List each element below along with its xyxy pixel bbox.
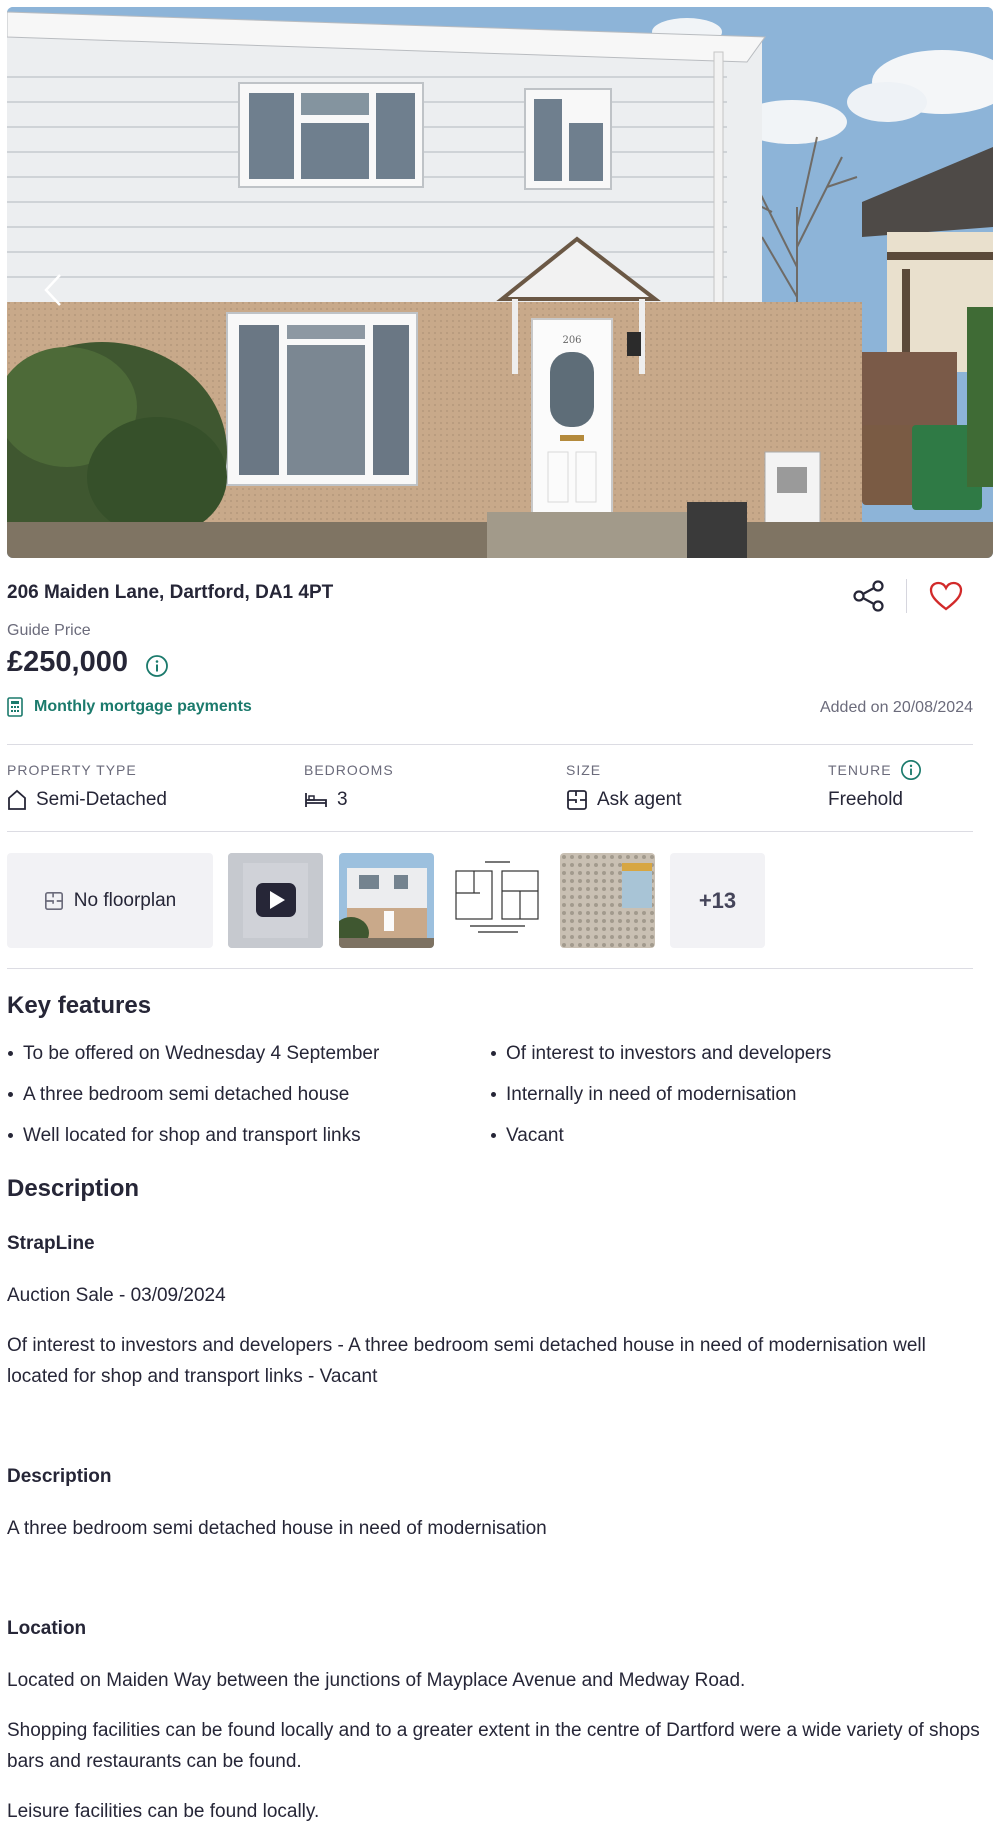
calculator-icon: [7, 697, 23, 717]
divider: [7, 968, 973, 969]
fact-label: BEDROOMS: [304, 762, 394, 778]
fact-label: TENURE: [828, 762, 892, 778]
fact-size: SIZE Ask agent: [566, 760, 682, 812]
share-icon: [853, 580, 884, 612]
location-text-1: Located on Maiden Way between the juncti…: [7, 1670, 746, 1691]
photo-thumbnail[interactable]: [339, 853, 434, 948]
key-feature-item: Vacant: [490, 1122, 973, 1149]
actions-divider: [906, 579, 907, 613]
bed-icon: [305, 793, 327, 807]
bullet-icon: [491, 1092, 496, 1097]
divider: [7, 744, 973, 745]
description-heading: Description: [7, 1175, 140, 1202]
monthly-mortgage-label: Monthly mortgage payments: [34, 698, 252, 715]
key-features-heading: Key features: [7, 992, 152, 1019]
bullet-icon: [8, 1092, 13, 1097]
key-features-list: To be offered on Wednesday 4 September O…: [7, 1040, 973, 1149]
location-text-3: Leisure facilities can be found locally.: [7, 1801, 320, 1822]
fact-label: PROPERTY TYPE: [7, 762, 137, 778]
description-subtitle: Description: [7, 1466, 112, 1487]
bullet-icon: [491, 1133, 496, 1138]
location-title: Location: [7, 1618, 87, 1639]
price-qualifier: Guide Price: [7, 622, 91, 639]
floorplan-thumbnail[interactable]: [450, 853, 545, 948]
fact-value: Freehold: [828, 789, 903, 810]
property-photo[interactable]: 206: [7, 7, 993, 558]
property-address: 206 Maiden Lane, Dartford, DA1 4PT: [7, 582, 334, 603]
price-info-button[interactable]: [145, 654, 169, 678]
divider: [7, 831, 973, 832]
house-outline-icon: [8, 789, 26, 810]
key-feature-item: To be offered on Wednesday 4 September: [7, 1040, 490, 1067]
monthly-mortgage-link[interactable]: Monthly mortgage payments: [7, 697, 252, 717]
fact-value: Semi-Detached: [36, 789, 167, 810]
auction-date: Auction Sale - 03/09/2024: [7, 1285, 226, 1306]
price: £250,000: [7, 646, 128, 678]
fact-value: 3: [337, 789, 348, 810]
previous-photo-button[interactable]: [35, 265, 71, 315]
fact-label: SIZE: [566, 762, 602, 778]
video-thumbnail[interactable]: [228, 853, 323, 948]
more-photos-tile[interactable]: +13: [670, 853, 765, 948]
no-floorplan-label: No floorplan: [73, 889, 177, 911]
bullet-icon: [491, 1051, 496, 1056]
floorplan-icon: [44, 891, 63, 910]
bullet-icon: [8, 1133, 13, 1138]
interior-photo-thumbnail[interactable]: [560, 853, 655, 948]
key-feature-item: Well located for shop and transport link…: [7, 1122, 490, 1149]
listing-actions: [845, 575, 975, 617]
chevron-left-icon: [44, 274, 61, 306]
floorplan-size-icon: [567, 790, 587, 810]
fact-property-type: PROPERTY TYPE Semi-Detached: [7, 760, 167, 812]
description-text: A three bedroom semi detached house in n…: [7, 1518, 547, 1539]
key-feature-item: Of interest to investors and developers: [490, 1040, 973, 1067]
key-feature-item: Internally in need of modernisation: [490, 1081, 973, 1108]
bullet-icon: [8, 1051, 13, 1056]
strapline-title: StrapLine: [7, 1233, 95, 1254]
info-circle-icon: [146, 655, 168, 677]
share-button[interactable]: [845, 575, 893, 617]
save-favourite-button[interactable]: [922, 575, 970, 617]
fact-bedrooms: BEDROOMS 3: [304, 760, 394, 812]
heart-icon: [929, 581, 963, 611]
fact-tenure: TENURE Freehold: [828, 760, 922, 812]
no-floorplan-tile[interactable]: No floorplan: [7, 853, 213, 948]
strapline-text: Of interest to investors and developers …: [7, 1335, 926, 1387]
key-feature-item: A three bedroom semi detached house: [7, 1081, 490, 1108]
door-number: 206: [562, 335, 581, 346]
tenure-info-icon[interactable]: [900, 759, 922, 781]
location-text-2: Shopping facilities can be found locally…: [7, 1720, 980, 1772]
fact-value: Ask agent: [597, 789, 682, 810]
date-added: Added on 20/08/2024: [819, 699, 973, 716]
